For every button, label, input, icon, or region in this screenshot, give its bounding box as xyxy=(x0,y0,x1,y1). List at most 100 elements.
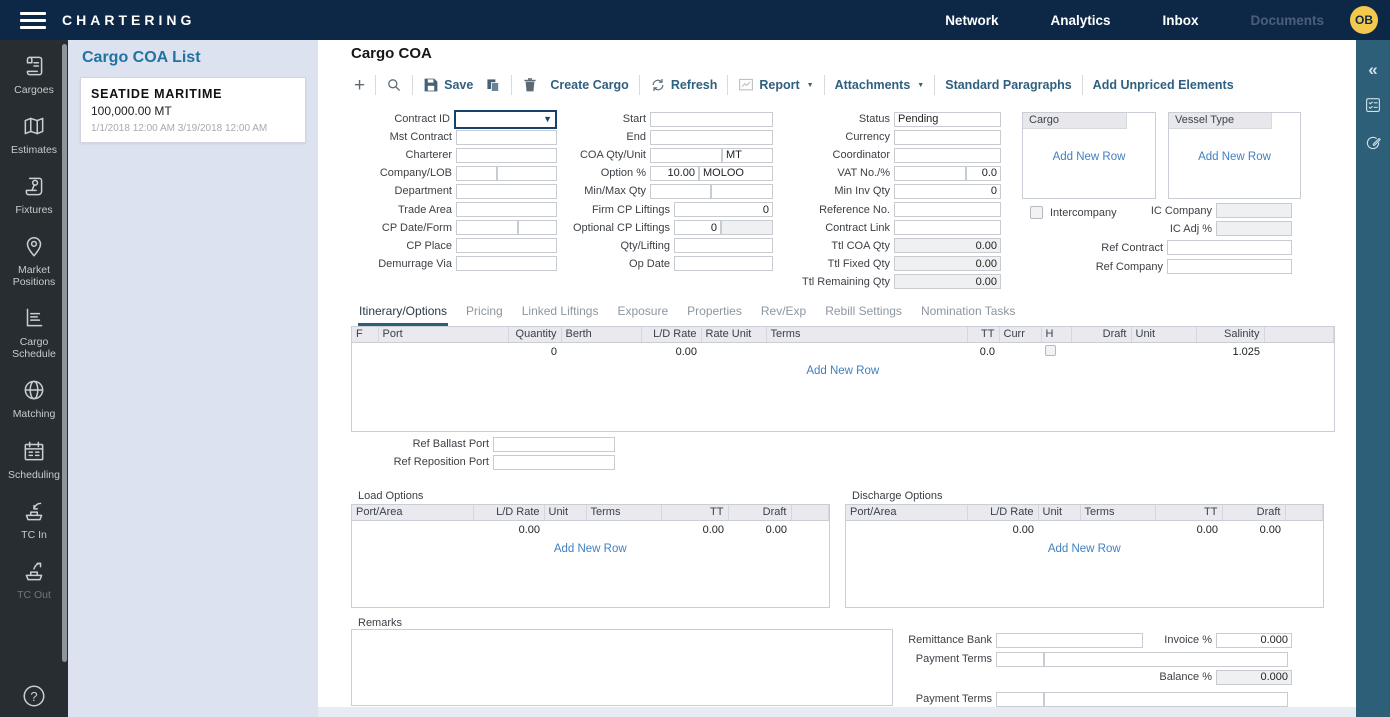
column-header[interactable]: Port/Area xyxy=(352,505,473,520)
remittance-bank-field[interactable] xyxy=(996,633,1143,648)
ref-contract-field[interactable] xyxy=(1167,240,1292,255)
itinerary-row[interactable]: 0 0.00 0.0 1.025 xyxy=(352,342,1334,361)
tab-rebill-settings[interactable]: Rebill Settings xyxy=(824,301,903,326)
mst-contract-field[interactable] xyxy=(456,130,557,145)
ref-ballast-port-field[interactable] xyxy=(493,437,615,452)
sidebar-item-market-positions[interactable]: Market Positions xyxy=(0,233,68,288)
payment-terms-desc-field-2[interactable] xyxy=(1044,692,1288,707)
column-header[interactable]: Salinity xyxy=(1196,327,1264,342)
column-header[interactable]: L/D Rate xyxy=(473,505,544,520)
refresh-button[interactable]: Refresh xyxy=(644,77,724,93)
sign-edit-panel-button[interactable] xyxy=(1356,134,1390,152)
option-type-field[interactable]: MOLOO xyxy=(699,166,773,181)
op-date-field[interactable] xyxy=(674,256,773,271)
nav-documents[interactable]: Documents xyxy=(1250,13,1324,28)
trade-area-field[interactable] xyxy=(456,202,557,217)
column-header[interactable]: Draft xyxy=(728,505,791,520)
optional-cp-liftings-field[interactable]: 0 xyxy=(674,220,721,235)
payment-terms-desc-field[interactable] xyxy=(1044,652,1288,667)
tab-rev-exp[interactable]: Rev/Exp xyxy=(760,301,807,326)
sidebar-item-cargo-schedule[interactable]: Cargo Schedule xyxy=(0,305,68,360)
company-field[interactable] xyxy=(456,166,497,181)
h-checkbox[interactable] xyxy=(1045,345,1056,356)
nav-analytics[interactable]: Analytics xyxy=(1050,13,1110,28)
load-options-add-new-row-link[interactable]: Add New Row xyxy=(356,543,825,555)
horizontal-scrollbar[interactable] xyxy=(318,707,1356,717)
sidebar-item-cargoes[interactable]: Cargoes xyxy=(0,53,68,96)
vat-pct-field[interactable]: 0.0 xyxy=(966,166,1001,181)
attachments-button[interactable]: Attachments ▼ xyxy=(829,78,931,92)
tab-pricing[interactable]: Pricing xyxy=(465,301,504,326)
lob-field[interactable] xyxy=(497,166,557,181)
intercompany-checkbox[interactable] xyxy=(1030,206,1043,219)
column-header[interactable]: Draft xyxy=(1222,505,1285,520)
min-inv-qty-field[interactable]: 0 xyxy=(894,184,1001,199)
add-unpriced-elements-button[interactable]: Add Unpriced Elements xyxy=(1087,78,1240,92)
max-qty-field[interactable] xyxy=(711,184,773,199)
copy-button[interactable] xyxy=(479,77,507,93)
column-header[interactable]: Curr xyxy=(999,327,1041,342)
status-field[interactable]: Pending xyxy=(894,112,1001,127)
discharge-options-row[interactable]: 0.00 0.00 0.00 xyxy=(846,520,1323,539)
column-header[interactable]: Terms xyxy=(586,505,661,520)
cp-form-field[interactable] xyxy=(518,220,557,235)
coa-qty-field[interactable] xyxy=(650,148,722,163)
ref-reposition-port-field[interactable] xyxy=(493,455,615,470)
create-cargo-button[interactable]: Create Cargo xyxy=(544,78,635,92)
itinerary-add-new-row-link[interactable]: Add New Row xyxy=(356,365,1330,377)
coa-unit-field[interactable]: MT xyxy=(722,148,773,163)
delete-button[interactable] xyxy=(516,77,544,93)
vessel-type-add-new-row-link[interactable]: Add New Row xyxy=(1169,151,1300,163)
column-header[interactable]: Terms xyxy=(1080,505,1155,520)
nav-inbox[interactable]: Inbox xyxy=(1162,13,1198,28)
column-header[interactable]: L/D Rate xyxy=(641,327,701,342)
report-button[interactable]: Report ▼ xyxy=(732,77,819,93)
column-header[interactable]: Rate Unit xyxy=(701,327,766,342)
checklist-panel-button[interactable] xyxy=(1356,96,1390,114)
add-button[interactable]: + xyxy=(348,76,371,95)
column-header[interactable]: Port xyxy=(378,327,508,342)
cargo-add-new-row-link[interactable]: Add New Row xyxy=(1023,151,1155,163)
coa-list-item[interactable]: SEATIDE MARITIME 100,000.00 MT 1/1/2018 … xyxy=(80,77,306,143)
demurrage-via-field[interactable] xyxy=(456,256,557,271)
tab-linked-liftings[interactable]: Linked Liftings xyxy=(521,301,600,326)
column-header[interactable]: TT xyxy=(967,327,999,342)
search-button[interactable] xyxy=(380,77,408,93)
payment-terms-code-field[interactable] xyxy=(996,652,1044,667)
column-header[interactable]: TT xyxy=(1155,505,1222,520)
tab-exposure[interactable]: Exposure xyxy=(616,301,669,326)
coordinator-field[interactable] xyxy=(894,148,1001,163)
cp-place-field[interactable] xyxy=(456,238,557,253)
column-header[interactable]: F xyxy=(352,327,378,342)
qty-lifting-field[interactable] xyxy=(674,238,773,253)
charterer-field[interactable] xyxy=(456,148,557,163)
reference-no-field[interactable] xyxy=(894,202,1001,217)
load-options-row[interactable]: 0.00 0.00 0.00 xyxy=(352,520,829,539)
remarks-textarea[interactable] xyxy=(351,629,893,706)
column-header[interactable]: H xyxy=(1041,327,1071,342)
min-qty-field[interactable] xyxy=(650,184,711,199)
department-field[interactable] xyxy=(456,184,557,199)
help-button[interactable]: ? xyxy=(0,683,68,709)
column-header[interactable]: Berth xyxy=(561,327,641,342)
column-header[interactable]: L/D Rate xyxy=(967,505,1038,520)
sidebar-item-tc-in[interactable]: TC In xyxy=(0,498,68,541)
standard-paragraphs-button[interactable]: Standard Paragraphs xyxy=(939,78,1077,92)
invoice-pct-field[interactable]: 0.000 xyxy=(1216,633,1292,648)
tab-properties[interactable]: Properties xyxy=(686,301,743,326)
payment-terms-code-field-2[interactable] xyxy=(996,692,1044,707)
discharge-options-add-new-row-link[interactable]: Add New Row xyxy=(850,543,1319,555)
save-button[interactable]: Save xyxy=(417,77,479,93)
sidebar-item-fixtures[interactable]: Fixtures xyxy=(0,173,68,216)
cp-date-field[interactable] xyxy=(456,220,518,235)
sidebar-scrollbar[interactable] xyxy=(62,44,67,662)
nav-network[interactable]: Network xyxy=(945,13,998,28)
firm-cp-liftings-field[interactable]: 0 xyxy=(674,202,773,217)
option-pct-field[interactable]: 10.00 xyxy=(650,166,699,181)
tab-itinerary-options[interactable]: Itinerary/Options xyxy=(358,301,448,326)
column-header[interactable]: Unit xyxy=(1038,505,1080,520)
end-field[interactable] xyxy=(650,130,773,145)
column-header[interactable]: Unit xyxy=(1131,327,1196,342)
hamburger-menu-icon[interactable] xyxy=(20,12,46,29)
sidebar-item-estimates[interactable]: Estimates xyxy=(0,113,68,156)
